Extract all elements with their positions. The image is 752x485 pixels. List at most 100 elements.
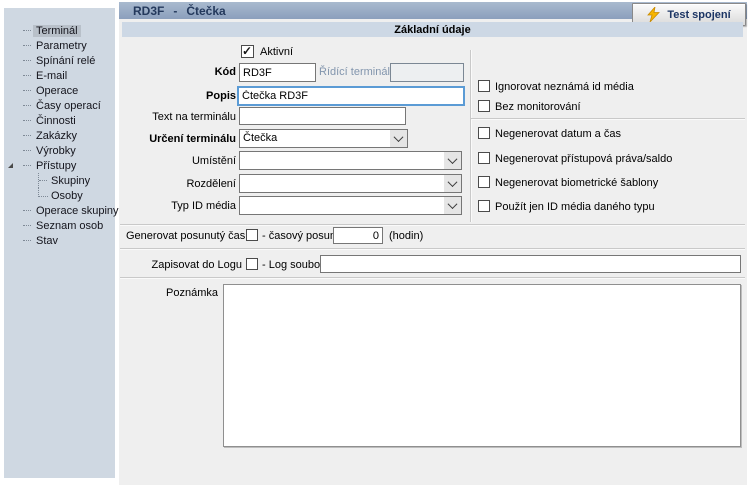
tree-connector (38, 188, 48, 197)
no-access-rights-checkbox[interactable] (478, 152, 490, 164)
sidebar-item-skupiny[interactable]: Skupiny (4, 173, 115, 188)
time-shift-field[interactable] (333, 227, 383, 244)
no-monitoring-label: Bez monitorování (495, 101, 581, 114)
log-checkbox[interactable] (246, 258, 258, 270)
tree-connector (23, 105, 31, 106)
chevron-down-icon[interactable] (444, 175, 461, 192)
terminal-text-label: Text na terminálu (126, 111, 236, 124)
sidebar-item-label: Parametry (33, 40, 90, 52)
chevron-down-icon[interactable] (390, 130, 407, 147)
chevron-down-icon[interactable] (444, 152, 461, 169)
master-terminal-field (390, 63, 464, 82)
tree-connector (23, 150, 31, 151)
time-shift-checkbox[interactable] (246, 229, 258, 241)
sidebar-item-label: E-mail (33, 70, 70, 82)
no-access-rights-label: Negenerovat přístupová práva/saldo (495, 153, 672, 166)
sidebar-item-stav[interactable]: Stav (4, 233, 115, 248)
sidebar-item-label: Terminál (33, 25, 81, 37)
media-type-select[interactable] (239, 196, 462, 215)
tree-connector (38, 173, 48, 188)
sidebar-item-parametry[interactable]: Parametry (4, 38, 115, 53)
sidebar-item-label: Seznam osob (33, 220, 106, 232)
division-select[interactable] (239, 174, 462, 193)
sidebar-item-spinani-rele[interactable]: Spínání relé (4, 53, 115, 68)
only-media-type-checkbox[interactable] (478, 200, 490, 212)
test-connection-label: Test spojení (667, 9, 730, 21)
page-title: RD3F-Čtečka (133, 4, 226, 18)
no-datetime-label: Negenerovat datum a čas (495, 128, 621, 141)
log-label: Zapisovat do Logu (126, 259, 242, 272)
tree-connector (23, 30, 31, 31)
only-media-type-label: Použít jen ID média daného typu (495, 201, 655, 214)
log-file-field[interactable] (320, 255, 741, 273)
code-label: Kód (126, 66, 236, 79)
terminal-name: Čtečka (186, 4, 225, 18)
sidebar-item-label: Časy operací (33, 100, 104, 112)
tree-connector (23, 90, 31, 91)
terminal-type-select[interactable]: Čtečka (239, 129, 408, 148)
terminal-type-label: Určení terminálu (126, 133, 236, 146)
no-biometric-checkbox[interactable] (478, 176, 490, 188)
sidebar-item-email[interactable]: E-mail (4, 68, 115, 83)
sidebar: Terminál Parametry Spínání relé E-mail O… (4, 8, 115, 478)
separator (120, 248, 745, 249)
no-biometric-label: Negenerovat biometrické šablony (495, 177, 658, 190)
note-textarea[interactable] (223, 284, 741, 447)
sidebar-item-cinnosti[interactable]: Činnosti (4, 113, 115, 128)
tree-connector (23, 225, 31, 226)
terminal-code: RD3F (133, 4, 164, 18)
sidebar-item-label: Přístupy (33, 160, 79, 172)
sidebar-item-label: Spínání relé (33, 55, 98, 67)
separator (120, 224, 745, 225)
sidebar-item-label: Skupiny (48, 175, 93, 187)
sidebar-item-seznam-osob[interactable]: Seznam osob (4, 218, 115, 233)
tree-connector (23, 45, 31, 46)
division-label: Rozdělení (126, 178, 236, 191)
sidebar-item-label: Výrobky (33, 145, 79, 157)
sidebar-item-label: Osoby (48, 190, 86, 202)
sidebar-item-terminal[interactable]: Terminál (4, 23, 115, 38)
sidebar-item-zakazky[interactable]: Zakázky (4, 128, 115, 143)
sidebar-item-casy-operaci[interactable]: Časy operací (4, 98, 115, 113)
location-value (240, 152, 444, 169)
tree-connector (23, 135, 31, 136)
section-header: Základní údaje (122, 22, 743, 37)
terminal-text-field[interactable] (239, 107, 406, 125)
media-type-value (240, 197, 444, 214)
sidebar-item-osoby[interactable]: Osoby (4, 188, 115, 203)
sidebar-item-label: Stav (33, 235, 61, 247)
time-shift-label: Generovat posunutý čas (126, 230, 242, 243)
expanded-node-icon[interactable] (8, 163, 13, 168)
no-monitoring-checkbox[interactable] (478, 100, 490, 112)
tree-connector (23, 210, 31, 211)
separator (471, 118, 745, 119)
description-field[interactable] (237, 86, 465, 106)
title-separator: - (173, 4, 177, 18)
ignore-unknown-media-label: Ignorovat neznámá id média (495, 81, 634, 94)
time-shift-sublabel: - časový posun (262, 230, 336, 243)
note-label: Poznámka (126, 287, 218, 300)
tree-connector (23, 120, 31, 121)
terminal-type-value: Čtečka (240, 130, 390, 147)
description-label: Popis (126, 90, 236, 103)
chevron-down-icon[interactable] (444, 197, 461, 214)
sidebar-item-pristupy[interactable]: Přístupy (4, 158, 115, 173)
separator (120, 277, 745, 278)
lightning-icon (647, 7, 660, 22)
active-checkbox[interactable] (241, 45, 254, 58)
media-type-label: Typ ID média (126, 200, 236, 213)
app-window: Terminál Parametry Spínání relé E-mail O… (0, 0, 752, 485)
location-label: Umístění (126, 155, 236, 168)
location-select[interactable] (239, 151, 462, 170)
tree-connector (23, 75, 31, 76)
time-shift-unit: (hodin) (389, 230, 423, 243)
active-checkbox-label: Aktivní (260, 46, 293, 59)
sidebar-item-operace-skupiny[interactable]: Operace skupiny (4, 203, 115, 218)
sidebar-item-operace[interactable]: Operace (4, 83, 115, 98)
sidebar-item-vyrobky[interactable]: Výrobky (4, 143, 115, 158)
sidebar-item-label: Operace skupiny (33, 205, 122, 217)
section-title: Základní údaje (394, 24, 470, 36)
code-field[interactable] (239, 63, 316, 82)
no-datetime-checkbox[interactable] (478, 127, 490, 139)
ignore-unknown-media-checkbox[interactable] (478, 80, 490, 92)
